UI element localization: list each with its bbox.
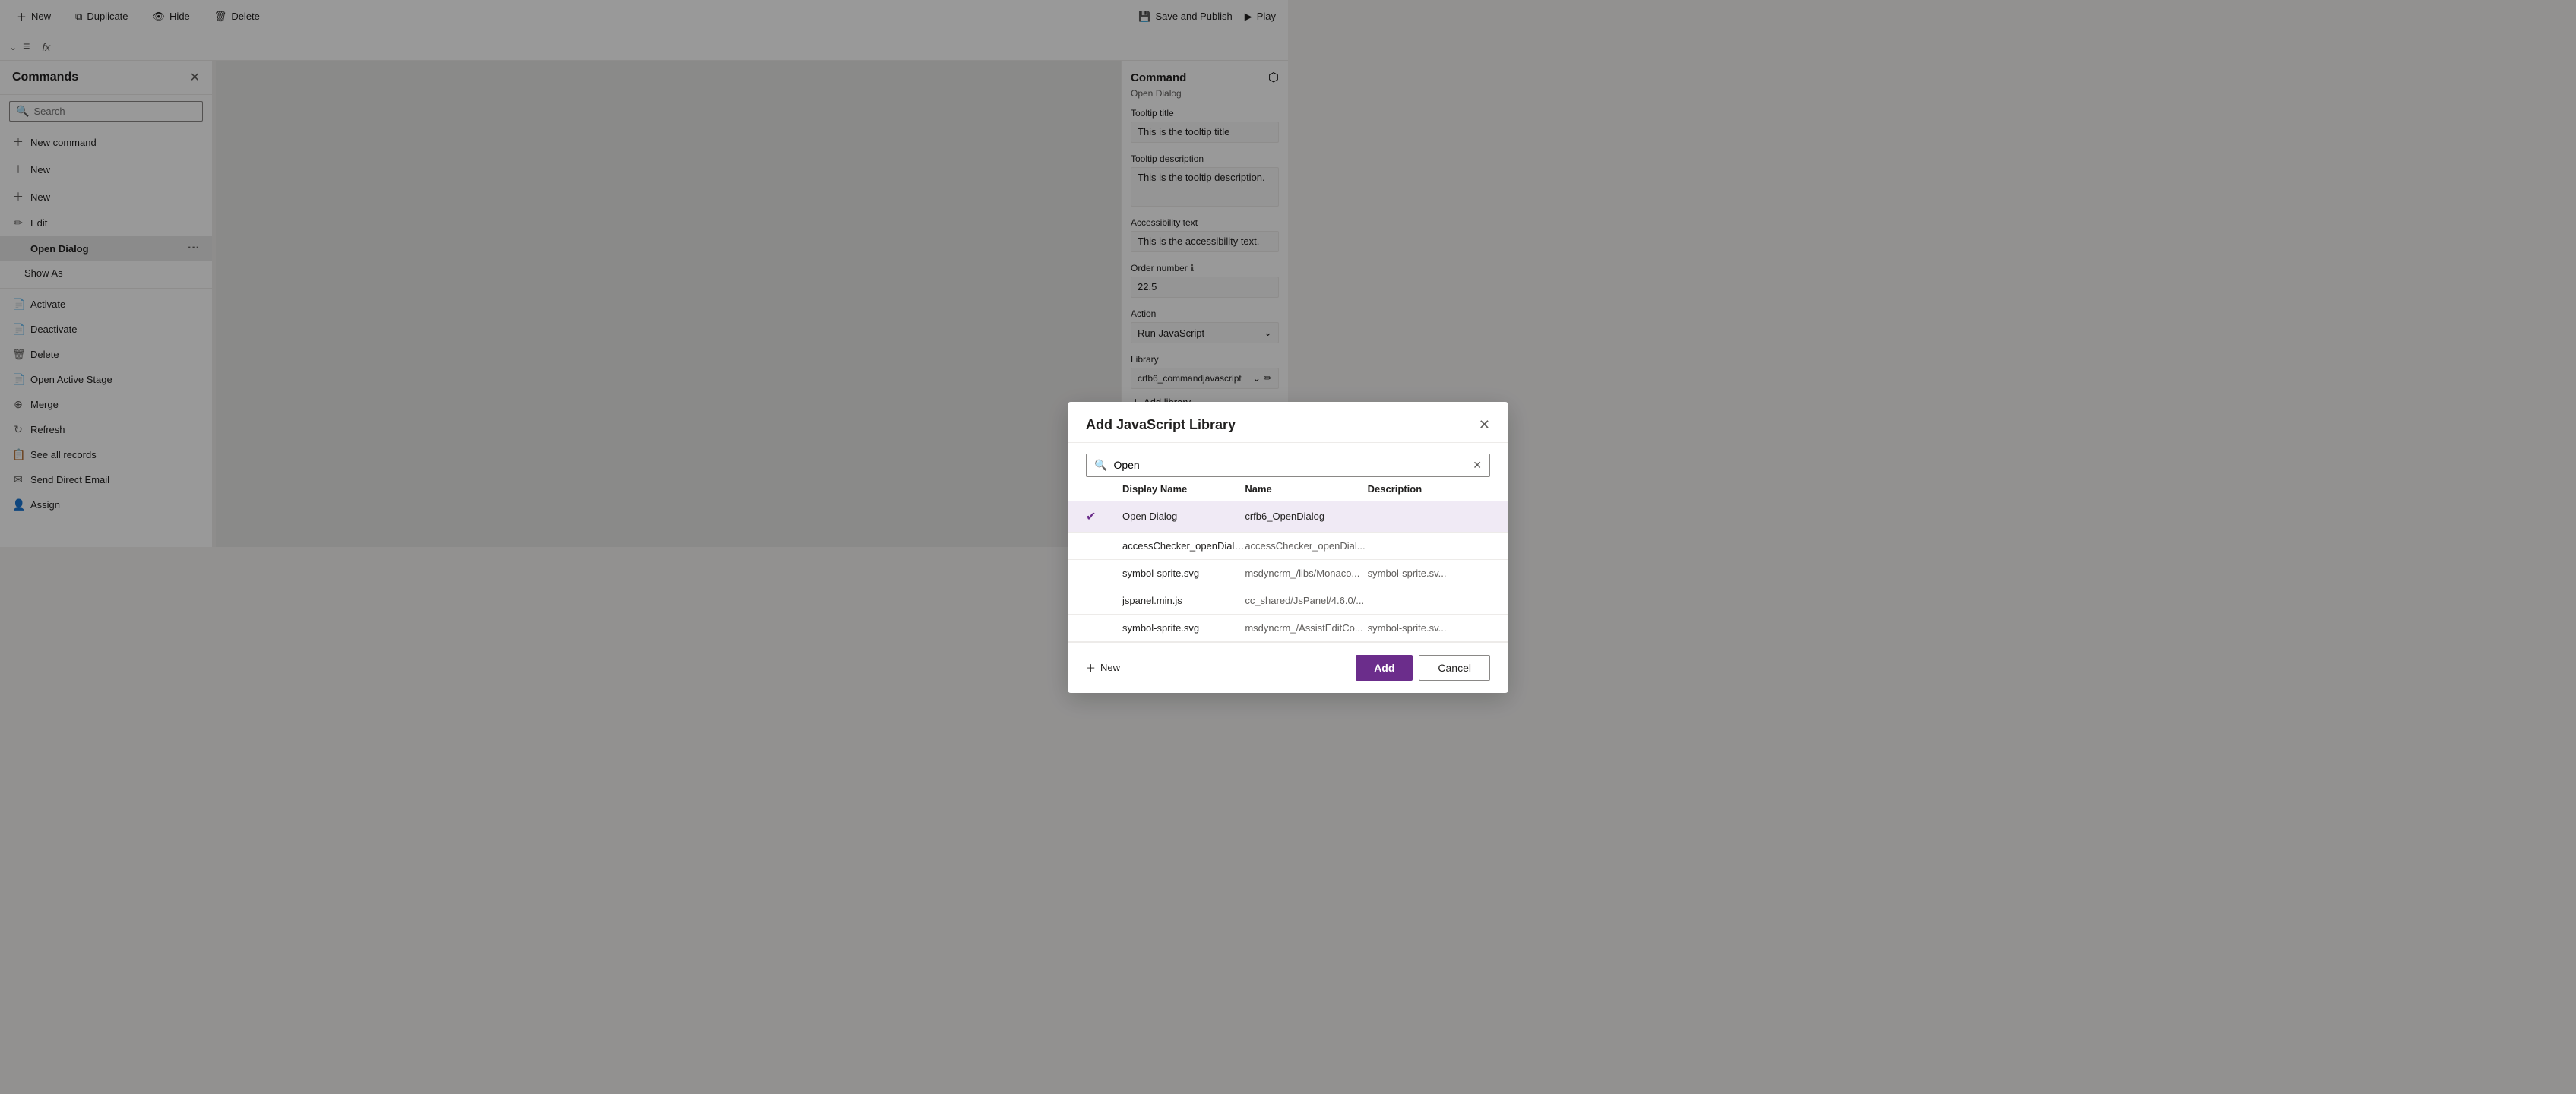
header-description: Description [1368, 483, 1490, 495]
cell-name: cc_shared/JsPanel/4.6.0/... [1245, 595, 1367, 606]
add-button[interactable]: Add [1356, 655, 1413, 681]
add-js-library-modal: Add JavaScript Library ✕ 🔍 ✕ Display Nam… [1068, 402, 1508, 693]
modal-header: Add JavaScript Library ✕ [1068, 402, 1508, 443]
modal-close-button[interactable]: ✕ [1479, 417, 1490, 433]
table-header: Display Name Name Description [1068, 477, 1508, 501]
plus-icon: ＋ [1086, 660, 1096, 675]
search-icon: 🔍 [1094, 459, 1107, 472]
cell-name: crfb6_OpenDialog [1245, 511, 1367, 522]
cell-description: symbol-sprite.sv... [1368, 622, 1490, 634]
cell-display-name: jspanel.min.js [1122, 595, 1245, 606]
clear-search-icon[interactable]: ✕ [1473, 459, 1482, 472]
cell-display-name: accessChecker_openDialog.js [1122, 540, 1245, 552]
modal-overlay: Add JavaScript Library ✕ 🔍 ✕ Display Nam… [0, 0, 2576, 1094]
cell-display-name: symbol-sprite.svg [1122, 622, 1245, 634]
cell-display-name: symbol-sprite.svg [1122, 568, 1245, 579]
header-name: Name [1245, 483, 1367, 495]
table-row[interactable]: accessChecker_openDialog.js accessChecke… [1068, 533, 1508, 560]
modal-actions: Add Cancel [1356, 655, 1490, 681]
modal-footer: ＋ New Add Cancel [1068, 642, 1508, 693]
modal-title: Add JavaScript Library [1086, 417, 1236, 433]
cancel-button[interactable]: Cancel [1419, 655, 1490, 681]
table-row[interactable]: symbol-sprite.svg msdyncrm_/AssistEditCo… [1068, 615, 1508, 642]
table-row[interactable]: symbol-sprite.svg msdyncrm_/libs/Monaco.… [1068, 560, 1508, 587]
new-library-button[interactable]: ＋ New [1086, 660, 1120, 675]
cell-name: msdyncrm_/AssistEditCo... [1245, 622, 1367, 634]
cell-name: accessChecker_openDial... [1245, 540, 1367, 552]
cell-description: symbol-sprite.sv... [1368, 568, 1490, 579]
table-row[interactable]: jspanel.min.js cc_shared/JsPanel/4.6.0/.… [1068, 587, 1508, 615]
header-display-name: Display Name [1122, 483, 1245, 495]
header-checkbox-col [1086, 483, 1122, 495]
modal-search-box[interactable]: 🔍 ✕ [1086, 454, 1490, 477]
modal-table: Display Name Name Description ✔ Open Dia… [1068, 477, 1508, 642]
new-label: New [1100, 662, 1120, 673]
modal-search-area: 🔍 ✕ [1068, 443, 1508, 477]
selected-indicator: ✔ [1086, 509, 1122, 524]
cell-display-name: Open Dialog [1122, 511, 1245, 522]
modal-search-input[interactable] [1113, 459, 1467, 471]
cell-name: msdyncrm_/libs/Monaco... [1245, 568, 1367, 579]
table-row[interactable]: ✔ Open Dialog crfb6_OpenDialog [1068, 501, 1508, 533]
